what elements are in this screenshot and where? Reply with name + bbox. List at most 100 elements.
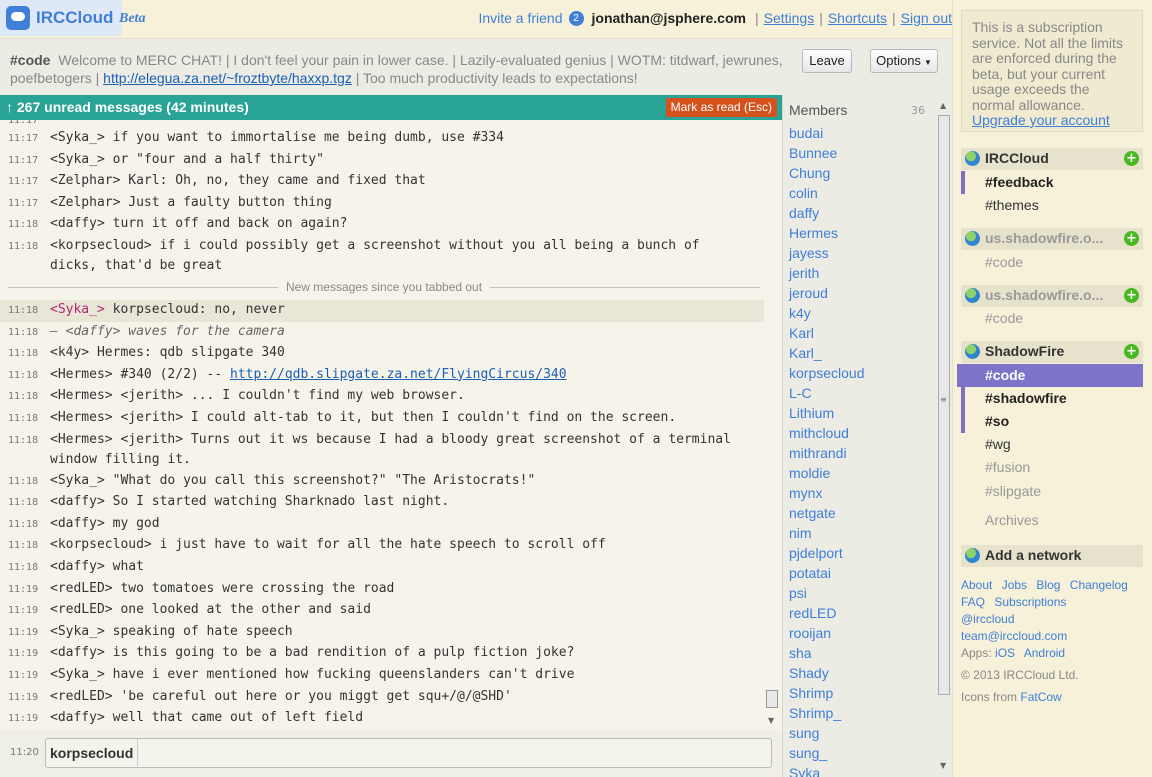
scroll-up-arrow-icon[interactable]: ▲ [940, 101, 946, 110]
channel-item-slipgate[interactable]: #slipgate [961, 480, 1143, 503]
archives-link[interactable]: Archives [961, 509, 1143, 532]
message-nick[interactable]: <Hermes> [50, 367, 113, 382]
channel-item-shadowfire[interactable]: #shadowfire [961, 387, 1143, 410]
scrollbar-thumb[interactable] [938, 115, 950, 695]
upgrade-account-link[interactable]: Upgrade your account [972, 112, 1110, 128]
message-nick[interactable]: <daffy> [50, 216, 105, 231]
channel-item-code[interactable]: #code [961, 251, 1143, 274]
team-email-link[interactable]: team@irccloud.com [961, 629, 1067, 643]
subscriptions-link[interactable]: Subscriptions [994, 595, 1066, 609]
add-network-button[interactable]: Add a network [961, 545, 1143, 567]
twitter-handle-link[interactable]: @irccloud [961, 612, 1015, 626]
member-item[interactable]: nim [789, 523, 929, 543]
message-nick[interactable]: <redLED> [50, 602, 113, 617]
message-nick[interactable]: <daffy> [50, 710, 105, 725]
add-channel-icon[interactable]: + [1124, 288, 1139, 303]
channel-item-code[interactable]: #code [961, 307, 1143, 330]
shortcuts-link[interactable]: Shortcuts [828, 10, 887, 26]
sign-out-link[interactable]: Sign out [901, 10, 952, 26]
message-link[interactable]: http://qdb.slipgate.za.net/FlyingCircus/… [230, 367, 567, 382]
message-nick[interactable]: <Syka_> [50, 624, 105, 639]
channel-item-code-selected[interactable]: #code [957, 364, 1143, 387]
message-nick[interactable]: <daffy> [50, 494, 105, 509]
options-button[interactable]: Options ▼ [870, 49, 938, 73]
member-item[interactable]: mithrandi [789, 443, 929, 463]
message-nick[interactable]: <Zelphar> [50, 173, 120, 188]
channel-item-wg[interactable]: #wg [961, 433, 1143, 456]
member-item[interactable]: Lithium [789, 403, 929, 423]
member-item[interactable]: rooijan [789, 623, 929, 643]
network-header[interactable]: us.shadowfire.o... + [961, 285, 1143, 307]
message-nick[interactable]: <Hermes> [50, 388, 113, 403]
member-item[interactable]: redLED [789, 603, 929, 623]
member-item[interactable]: jeroud [789, 283, 929, 303]
member-item[interactable]: Bunnee [789, 143, 929, 163]
channel-item-feedback[interactable]: #feedback [961, 171, 1143, 194]
topic-link[interactable]: http://elegua.za.net/~froztbyte/haxxp.tg… [103, 70, 352, 86]
message-nick[interactable]: <Syka_> [50, 302, 105, 317]
invite-friend-link[interactable]: Invite a friend [478, 10, 562, 26]
member-item[interactable]: Karl [789, 323, 929, 343]
current-nick[interactable]: korpsecloud [46, 739, 139, 767]
member-item[interactable]: psi [789, 583, 929, 603]
member-item[interactable]: daffy [789, 203, 929, 223]
member-item[interactable]: netgate [789, 503, 929, 523]
message-nick[interactable]: <daffy> [50, 559, 105, 574]
message-nick[interactable]: <redLED> [50, 581, 113, 596]
mark-as-read-button[interactable]: Mark as read (Esc) [665, 98, 777, 117]
message-nick[interactable]: <daffy> [50, 645, 105, 660]
ios-app-link[interactable]: iOS [995, 646, 1015, 660]
message-input[interactable]: korpsecloud [45, 738, 772, 768]
message-nick[interactable]: <Hermes> [50, 410, 113, 425]
fatcow-link[interactable]: FatCow [1020, 690, 1061, 704]
message-nick[interactable]: <Syka_> [50, 473, 105, 488]
member-item[interactable]: Karl_ [789, 343, 929, 363]
message-nick[interactable]: <Syka_> [50, 130, 105, 145]
jobs-link[interactable]: Jobs [1002, 578, 1027, 592]
members-scrollbar[interactable]: ▲ ≡ ▼ [935, 97, 951, 775]
member-item[interactable]: mynx [789, 483, 929, 503]
settings-link[interactable]: Settings [764, 10, 815, 26]
member-item[interactable]: sha [789, 643, 929, 663]
member-item[interactable]: pjdelport [789, 543, 929, 563]
about-link[interactable]: About [961, 578, 992, 592]
message-nick[interactable]: <korpsecloud> [50, 537, 152, 552]
channel-item-fusion[interactable]: #fusion [961, 456, 1143, 479]
message-nick[interactable]: <daffy> [50, 516, 105, 531]
member-item[interactable]: korpsecloud [789, 363, 929, 383]
app-logo[interactable]: IRCCloud Beta [0, 0, 145, 36]
member-item[interactable]: moldie [789, 463, 929, 483]
channel-item-themes[interactable]: #themes [961, 194, 1143, 217]
network-header[interactable]: ShadowFire + [961, 341, 1143, 363]
member-item[interactable]: sung_ [789, 743, 929, 763]
network-header[interactable]: us.shadowfire.o... + [961, 228, 1143, 250]
member-item[interactable]: jayess [789, 243, 929, 263]
add-channel-icon[interactable]: + [1124, 344, 1139, 359]
member-item[interactable]: jerith [789, 263, 929, 283]
network-header[interactable]: IRCCloud + [961, 148, 1143, 170]
member-item[interactable]: L-C [789, 383, 929, 403]
member-item[interactable]: sung [789, 723, 929, 743]
blog-link[interactable]: Blog [1036, 578, 1060, 592]
message-nick[interactable]: <Hermes> [50, 432, 113, 447]
member-item[interactable]: mithcloud [789, 423, 929, 443]
message-log-scrollbar[interactable]: ▼ [764, 120, 780, 730]
member-item[interactable]: budai [789, 123, 929, 143]
message-nick[interactable]: <Zelphar> [50, 195, 120, 210]
message-nick[interactable]: <Syka_> [50, 667, 105, 682]
message-nick[interactable]: <k4y> [50, 345, 89, 360]
faq-link[interactable]: FAQ [961, 595, 985, 609]
changelog-link[interactable]: Changelog [1070, 578, 1128, 592]
scroll-down-arrow-icon[interactable]: ▼ [768, 716, 774, 725]
leave-button[interactable]: Leave [802, 49, 852, 73]
add-channel-icon[interactable]: + [1124, 151, 1139, 166]
unread-messages-bar[interactable]: ↑ 267 unread messages (42 minutes) Mark … [0, 95, 782, 120]
member-item[interactable]: k4y [789, 303, 929, 323]
member-item[interactable]: Shady [789, 663, 929, 683]
add-channel-icon[interactable]: + [1124, 231, 1139, 246]
android-app-link[interactable]: Android [1024, 646, 1065, 660]
member-item[interactable]: Syka [789, 763, 929, 777]
message-nick[interactable]: <korpsecloud> [50, 238, 152, 253]
member-item[interactable]: potatai [789, 563, 929, 583]
message-nick[interactable]: <Syka_> [50, 152, 105, 167]
